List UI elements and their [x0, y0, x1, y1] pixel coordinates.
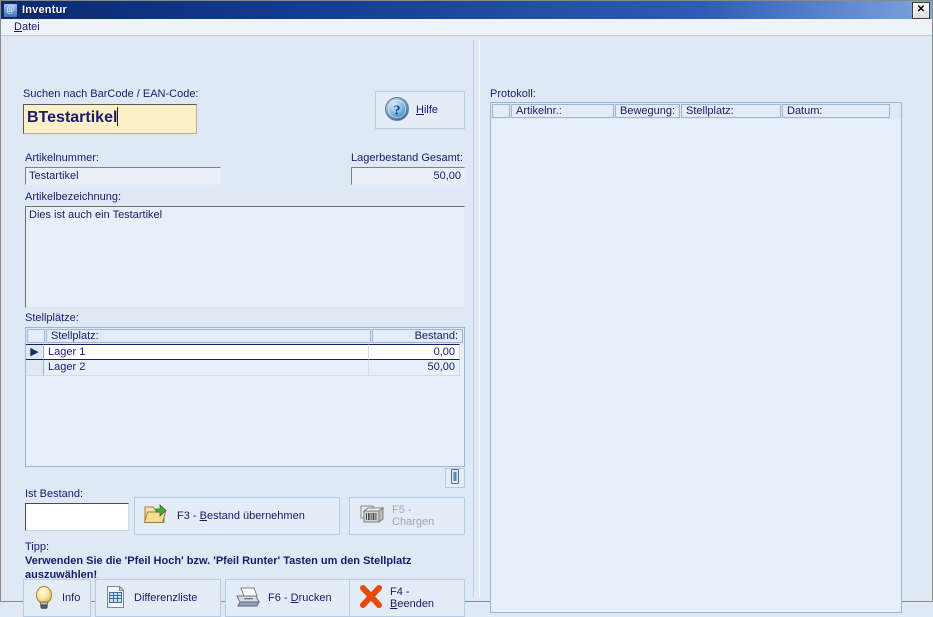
protocol-label: Protokoll: [490, 88, 536, 101]
protocol-grid-header-indicator [492, 104, 510, 118]
exit-button-label: F4 - Beenden [390, 586, 456, 610]
search-input-value: BTestartikel [27, 109, 117, 126]
document-table-icon [104, 584, 128, 613]
stock-total-label: Lagerbestand Gesamt: [351, 152, 463, 165]
cell-bestand: 0,00 [369, 344, 460, 360]
difference-list-button[interactable]: Differenzliste [95, 579, 221, 617]
search-label: Suchen nach BarCode / EAN-Code: [23, 88, 199, 101]
help-button[interactable]: ? Hilfe [375, 91, 465, 129]
bins-label: Stellplätze: [25, 312, 79, 325]
table-row[interactable]: ▶ Lager 1 0,00 [26, 344, 464, 360]
menu-item-datei-label: atei [22, 21, 40, 33]
protocol-grid-header-stellplatz[interactable]: Stellplatz: [681, 104, 781, 118]
title-bar: @ Inventur ✕ [1, 1, 932, 19]
svg-text:?: ? [394, 103, 401, 118]
print-button-label: F6 - Drucken [268, 592, 332, 604]
menu-bar: Datei [1, 19, 932, 36]
barcode-boxes-icon [358, 503, 386, 530]
row-marker-icon [26, 360, 44, 376]
question-mark-icon: ? [384, 96, 410, 125]
exit-button[interactable]: F4 - Beenden [349, 579, 465, 617]
table-row[interactable]: Lager 2 50,00 [26, 360, 464, 376]
text-caret [117, 107, 118, 126]
bins-grid-header-indicator [27, 329, 45, 343]
info-button[interactable]: Info [23, 579, 91, 617]
difference-list-button-label: Differenzliste [134, 592, 197, 604]
article-description-label: Artikelbezeichnung: [25, 191, 121, 204]
info-button-label: Info [62, 592, 80, 604]
batches-button[interactable]: F5 - Chargen [349, 497, 465, 535]
content-area: Suchen nach BarCode / EAN-Code: BTestart… [1, 36, 932, 601]
menu-item-datei[interactable]: Datei [9, 20, 45, 34]
bins-grid-header-bestand[interactable]: Bestand: [372, 329, 463, 343]
lightbulb-icon [32, 584, 56, 613]
actual-stock-input[interactable] [25, 503, 129, 531]
bins-grid-header: Stellplatz: Bestand: [26, 328, 464, 344]
cell-stellplatz: Lager 2 [44, 360, 369, 376]
protocol-grid-header-datum[interactable]: Datum: [782, 104, 890, 118]
barcode-scanner-icon [449, 469, 461, 487]
protocol-grid[interactable]: Artikelnr.: Bewegung: Stellplatz: Datum: [490, 102, 902, 613]
protocol-grid-header: Artikelnr.: Bewegung: Stellplatz: Datum: [491, 103, 901, 119]
row-marker-icon: ▶ [26, 344, 44, 360]
article-description-memo[interactable]: Dies ist auch ein Testartikel [25, 206, 465, 308]
at-icon: @ [3, 3, 18, 18]
article-number-field[interactable]: Testartikel [25, 167, 221, 185]
bins-grid-header-stellplatz[interactable]: Stellplatz: [46, 329, 371, 343]
bins-grid[interactable]: Stellplatz: Bestand: ▶ Lager 1 0,00 Lage… [25, 327, 465, 467]
batches-button-label: F5 - Chargen [392, 504, 456, 528]
article-number-label: Artikelnummer: [25, 152, 99, 165]
tip-text: Verwenden Sie die 'Pfeil Hoch' bzw. 'Pfe… [25, 554, 473, 582]
take-stock-button[interactable]: F3 - Bestand übernehmen [134, 497, 340, 535]
barcode-scanner-icon-button[interactable] [445, 468, 465, 488]
stock-total-field[interactable]: 50,00 [351, 167, 465, 185]
inventur-window: @ Inventur ✕ Datei Suchen nach BarCode /… [0, 0, 933, 602]
help-button-label: Hilfe [416, 104, 438, 116]
close-icon[interactable]: ✕ [912, 2, 930, 19]
search-input[interactable]: BTestartikel [23, 104, 197, 134]
pane-splitter[interactable] [473, 40, 480, 597]
printer-icon [234, 585, 262, 612]
cell-stellplatz: Lager 1 [44, 344, 369, 360]
print-button[interactable]: F6 - Drucken [225, 579, 353, 617]
window-title: Inventur [22, 4, 912, 16]
right-pane: Protokoll: Artikelnr.: Bewegung: Stellpl… [480, 36, 932, 601]
take-stock-button-label: F3 - Bestand übernehmen [177, 510, 305, 522]
tip-title: Tipp: [25, 540, 473, 554]
left-pane: Suchen nach BarCode / EAN-Code: BTestart… [1, 36, 473, 601]
cell-bestand: 50,00 [369, 360, 460, 376]
protocol-grid-header-artikelnr[interactable]: Artikelnr.: [511, 104, 614, 118]
folder-import-icon [143, 502, 171, 531]
tip-block: Tipp: Verwenden Sie die 'Pfeil Hoch' bzw… [25, 540, 473, 582]
red-x-icon [358, 584, 384, 613]
actual-stock-label: Ist Bestand: [25, 488, 83, 501]
protocol-grid-header-bewegung[interactable]: Bewegung: [615, 104, 680, 118]
